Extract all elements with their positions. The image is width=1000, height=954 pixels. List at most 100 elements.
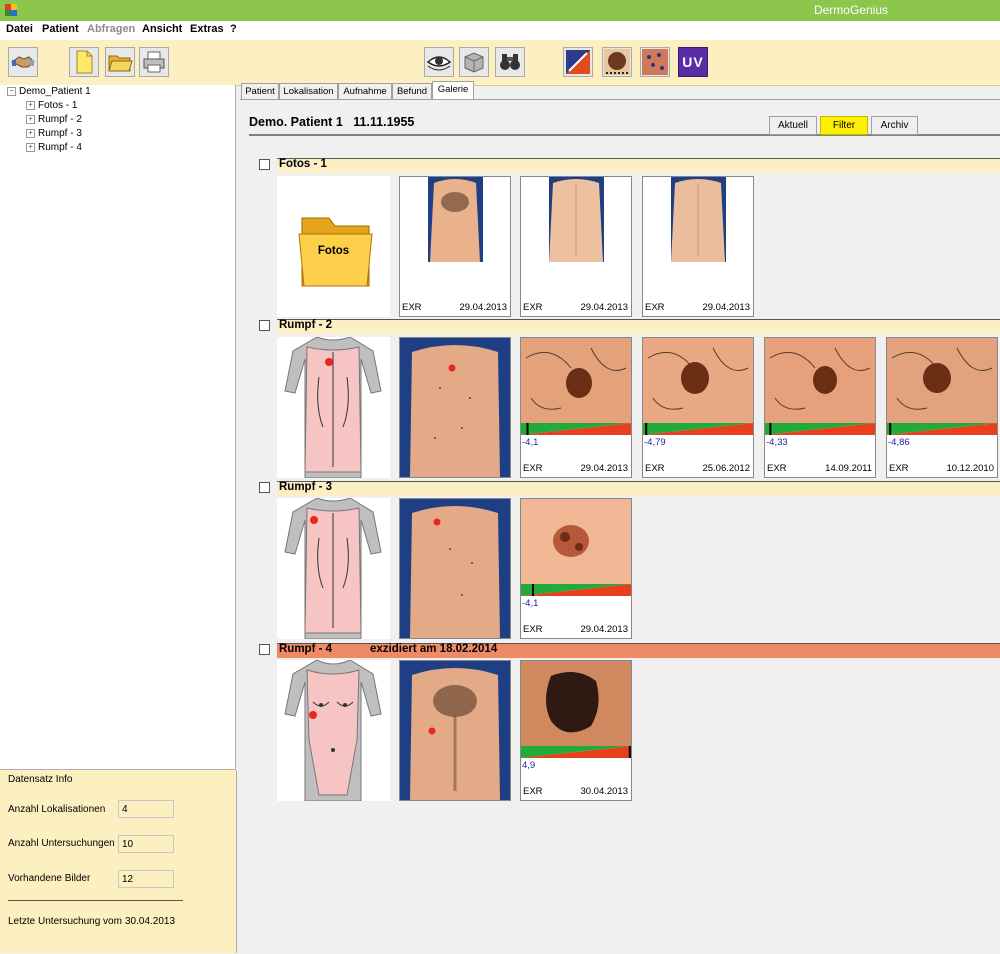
print-button[interactable] — [139, 47, 169, 77]
binoculars-icon — [500, 54, 520, 70]
mole-button[interactable] — [602, 47, 632, 77]
overview-photo[interactable] — [399, 337, 511, 478]
image-date: 14.09.2011 — [825, 463, 872, 474]
section-bar — [277, 319, 1000, 334]
expand-icon[interactable]: + — [26, 142, 35, 152]
expand-icon[interactable]: + — [26, 114, 35, 124]
tree-item-rumpf-4[interactable]: + Rumpf - 4 — [26, 142, 82, 153]
open-folder-button[interactable] — [105, 47, 135, 77]
score-bar — [887, 423, 997, 435]
archive-button[interactable]: Archiv — [871, 116, 918, 135]
score-value: -4,79 — [644, 437, 666, 448]
last-exam-value: 30.04.2013 — [125, 916, 176, 927]
current-button[interactable]: Aktuell — [769, 116, 817, 135]
uv-icon: UV — [682, 54, 704, 70]
score-bar — [521, 746, 631, 758]
expand-icon[interactable]: + — [26, 100, 35, 110]
section-checkbox[interactable] — [259, 644, 270, 655]
score-bar — [643, 423, 753, 435]
dermoscopy-thumbnail[interactable]: -4,79 EXR 25.06.2012 — [642, 337, 754, 478]
section-rumpf-3: Rumpf - 3 — [257, 481, 1000, 496]
image-date: 10.12.2010 — [946, 463, 994, 474]
back-photo — [400, 338, 510, 477]
tab-galerie[interactable]: Galerie — [432, 81, 474, 100]
tab-lokalisation[interactable]: Lokalisation — [279, 83, 338, 99]
new-document-icon — [76, 50, 93, 74]
tab-befund[interactable]: Befund — [392, 83, 432, 99]
body-map-diagram[interactable] — [277, 660, 390, 801]
view-button[interactable] — [424, 47, 454, 77]
overview-photo[interactable] — [399, 660, 511, 801]
menu-help[interactable]: ? — [230, 23, 237, 35]
dermoscopy-thumbnail[interactable]: -4,1 EXR 29.04.2013 — [520, 337, 632, 478]
filter-button[interactable]: Filter — [820, 116, 868, 135]
score-marker — [645, 423, 648, 435]
photo-thumbnail[interactable]: EXR 29.04.2013 — [520, 176, 632, 317]
dermoscopy-thumbnail[interactable]: 4,9 EXR 30.04.2013 — [520, 660, 632, 801]
image-type-label: EXR — [645, 302, 665, 313]
skin-map-button[interactable] — [640, 47, 670, 77]
menu-abfragen[interactable]: Abfragen — [87, 23, 135, 35]
score-marker — [628, 746, 631, 758]
expand-icon[interactable]: + — [26, 128, 35, 138]
score-value: 4,9 — [522, 760, 536, 771]
lesion-image — [887, 338, 997, 423]
skin-map-icon — [642, 49, 668, 75]
tree-item-rumpf-3[interactable]: + Rumpf - 3 — [26, 128, 82, 139]
draw-button[interactable] — [563, 47, 593, 77]
dermoscopy-thumbnail[interactable]: -4,1 EXR 29.04.2013 — [520, 498, 632, 639]
section-fotos-1: Fotos - 1 — [257, 158, 1000, 173]
last-exam-label: Letzte Untersuchung vom — [8, 916, 122, 927]
back-photo — [643, 177, 753, 262]
tree-item-rumpf-2[interactable]: + Rumpf - 2 — [26, 114, 82, 125]
images-label: Vorhandene Bilder — [8, 873, 91, 884]
menu-extras[interactable]: Extras — [190, 23, 224, 35]
images-field: 12 — [118, 870, 174, 888]
handshake-icon — [11, 56, 35, 68]
search-button[interactable] — [495, 47, 525, 77]
localizations-field: 4 — [118, 800, 174, 818]
section-title: Rumpf - 3 — [279, 481, 333, 493]
tree-item-fotos[interactable]: + Fotos - 1 — [26, 100, 77, 111]
folder-tile[interactable]: Fotos — [277, 176, 390, 317]
score-value: -4,1 — [522, 598, 539, 609]
new-document-button[interactable] — [69, 47, 99, 77]
score-marker — [532, 584, 534, 596]
section-title: Rumpf - 4 — [279, 643, 333, 655]
section-checkbox[interactable] — [259, 482, 270, 493]
image-type-label: EXR — [523, 786, 543, 797]
body-map-diagram[interactable] — [277, 337, 390, 478]
lesion-image — [521, 661, 631, 746]
body-map-diagram[interactable] — [277, 498, 390, 639]
dermoscopy-thumbnail[interactable]: -4,86 EXR 10.12.2010 — [886, 337, 998, 478]
section-checkbox[interactable] — [259, 320, 270, 331]
section-checkbox[interactable] — [259, 159, 270, 170]
torso-front-photo — [400, 661, 510, 800]
photo-thumbnail[interactable]: EXR 29.04.2013 — [399, 176, 511, 317]
tree-root[interactable]: − Demo_Patient 1 — [7, 86, 91, 97]
photo-thumbnail[interactable]: EXR 29.04.2013 — [642, 176, 754, 317]
score-marker — [526, 423, 529, 435]
menu-bar: Datei Patient Abfragen Ansicht Extras ? — [0, 21, 1000, 40]
menu-datei[interactable]: Datei — [6, 23, 33, 35]
menu-patient[interactable]: Patient — [42, 23, 79, 35]
dermoscopy-thumbnail[interactable]: -4,33 EXR 14.09.2011 — [764, 337, 876, 478]
tab-aufnahme[interactable]: Aufnahme — [338, 83, 392, 99]
uv-button[interactable]: UV — [678, 47, 708, 77]
collapse-icon[interactable]: − — [7, 86, 16, 96]
image-type-label: EXR — [767, 463, 787, 474]
score-value: -4,86 — [888, 437, 910, 448]
tab-patient[interactable]: Patient — [241, 83, 279, 99]
print-icon — [143, 51, 165, 73]
cube-button[interactable] — [459, 47, 489, 77]
dataset-info-panel: Datensatz Info Anzahl Lokalisationen 4 A… — [0, 770, 237, 953]
handshake-button[interactable] — [8, 47, 38, 77]
divider — [8, 900, 183, 901]
menu-ansicht[interactable]: Ansicht — [142, 23, 182, 35]
back-photo — [521, 177, 631, 262]
score-bar — [521, 584, 631, 596]
overview-photo[interactable] — [399, 498, 511, 639]
image-date: 25.06.2012 — [702, 463, 750, 474]
window-title: DermoGenius — [813, 3, 888, 17]
lesion-image — [521, 499, 631, 584]
